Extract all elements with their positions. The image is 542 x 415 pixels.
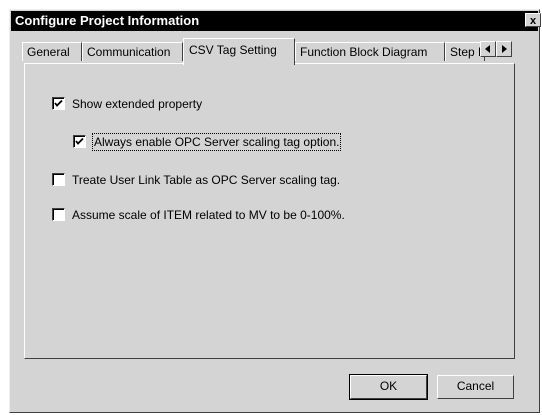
tab-strip: General Communication CSV Tag Setting Fu… — [22, 38, 515, 65]
tab-step-ladder[interactable]: Step La — [445, 42, 485, 61]
cancel-button[interactable]: Cancel — [437, 375, 514, 399]
tab-scroll-right-button[interactable] — [496, 41, 512, 57]
checkbox-label: Show extended property — [72, 97, 203, 111]
checkbox-box[interactable] — [73, 135, 86, 148]
tab-csv-tag-setting[interactable]: CSV Tag Setting — [183, 38, 295, 65]
title-bar: Configure Project Information x — [11, 11, 541, 31]
tab-label: CSV Tag Setting — [189, 43, 277, 57]
tab-label: General — [27, 45, 70, 59]
ok-button[interactable]: OK — [349, 374, 428, 400]
scroll-left-icon — [485, 45, 490, 53]
tab-scroll-left-button[interactable] — [480, 41, 496, 57]
tab-general[interactable]: General — [22, 42, 82, 61]
tab-function-block-diagram[interactable]: Function Block Diagram — [295, 42, 445, 61]
tab-panel-csv-tag-setting: Show extended property Always enable OPC… — [24, 63, 515, 359]
close-icon: x — [529, 15, 537, 27]
scroll-right-icon — [502, 45, 507, 53]
tab-communication[interactable]: Communication — [82, 42, 183, 61]
window-title: Configure Project Information — [15, 13, 200, 28]
checkbox-label: Treate User Link Table as OPC Server sca… — [72, 173, 341, 187]
checkbox-box[interactable] — [52, 97, 65, 110]
checkbox-box[interactable] — [52, 208, 65, 221]
close-button[interactable]: x — [525, 13, 541, 27]
checkbox-box[interactable] — [52, 173, 65, 186]
checkbox-label: Always enable OPC Server scaling tag opt… — [91, 133, 342, 151]
tab-label: Communication — [87, 45, 171, 59]
checkbox-label: Assume scale of ITEM related to MV to be… — [72, 208, 345, 222]
tab-label: Function Block Diagram — [300, 45, 428, 59]
